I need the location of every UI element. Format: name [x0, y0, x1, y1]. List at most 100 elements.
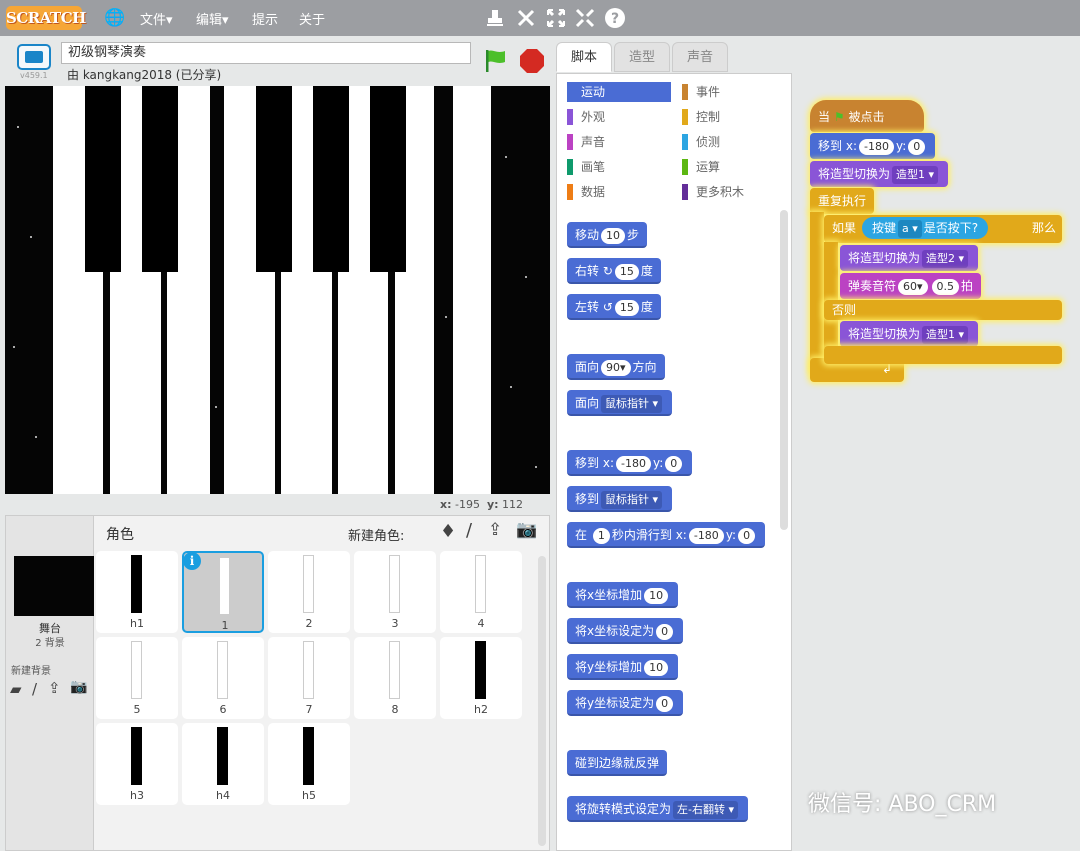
turn-right-icon: ↻	[602, 264, 613, 278]
block-if-else[interactable]: 如果 按键 a ▾ 是否按下? 那么	[824, 215, 1062, 243]
stage-backdrop-count: 2 背景	[35, 638, 65, 649]
tab-costumes[interactable]: 造型	[614, 42, 670, 72]
category-sensing[interactable]: 侦测	[682, 132, 720, 152]
sprite-name: 7	[305, 703, 313, 716]
category-control[interactable]: 控制	[682, 107, 720, 127]
stage-coords: x: -195 y: 112	[440, 498, 524, 511]
sprite-name: 4	[477, 617, 485, 630]
black-key	[85, 86, 121, 272]
block-turn-right[interactable]: 右转 ↻ 15 度	[567, 258, 661, 284]
sprite-tile[interactable]: 4	[440, 551, 522, 633]
backdrop-library-icon[interactable]: ▰	[10, 680, 22, 698]
sprite-tile[interactable]: 2	[268, 551, 350, 633]
backdrop-camera-icon[interactable]: 📷	[70, 679, 87, 695]
category-motion[interactable]: 运动	[567, 82, 671, 102]
watermark-text: 微信号: ABO_CRM	[808, 792, 997, 817]
sprite-thumbnail	[219, 557, 230, 615]
sprite-tile[interactable]: 6	[182, 637, 264, 719]
scratch-logo[interactable]: SCRATCH	[6, 6, 86, 30]
block-bounce[interactable]: 碰到边缘就反弹	[567, 750, 668, 776]
block-set-y[interactable]: 将y坐标设定为 0	[567, 690, 684, 716]
backdrop-upload-icon[interactable]: ⇪	[48, 679, 61, 697]
stage-thumbnail[interactable]	[14, 556, 94, 616]
block-when-flag-clicked[interactable]: 当 ⚑ 被点击	[810, 100, 924, 132]
category-more-blocks[interactable]: 更多积木	[682, 182, 744, 202]
forever-body	[810, 212, 824, 372]
block-set-x[interactable]: 将x坐标设定为 0	[567, 618, 684, 644]
menu-tips[interactable]: 提示	[252, 9, 278, 28]
duplicate-stamp-icon[interactable]	[486, 9, 504, 27]
menu-about[interactable]: 关于	[299, 9, 325, 28]
block-change-y[interactable]: 将y坐标增加 10	[567, 654, 679, 680]
block-switch-costume[interactable]: 将造型切换为 造型1 ▾	[810, 161, 949, 187]
category-pen[interactable]: 画笔	[567, 157, 605, 177]
block-forever[interactable]: 重复执行	[810, 188, 874, 214]
sprite-name: 2	[305, 617, 313, 630]
green-flag-icon[interactable]	[483, 48, 509, 74]
category-data[interactable]: 数据	[567, 182, 605, 202]
sprite-tile[interactable]: h5	[268, 723, 350, 805]
black-key	[142, 86, 178, 272]
project-title-input[interactable]: 初级钢琴演奏	[61, 42, 471, 64]
sprite-thumbnail	[217, 727, 228, 785]
stage-canvas[interactable]	[5, 86, 550, 494]
delete-scissors-icon[interactable]	[516, 8, 536, 28]
menu-file[interactable]: 文件▾	[140, 9, 173, 28]
info-icon[interactable]: i	[183, 552, 201, 570]
backdrop-paint-icon[interactable]: /	[32, 680, 37, 698]
block-switch-costume[interactable]: 将造型切换为 造型2 ▾	[840, 245, 979, 271]
sprite-tile[interactable]: 3	[354, 551, 436, 633]
script-area[interactable]: 当 ⚑ 被点击 移到 x: -180 y: 0 将造型切换为 造型1 ▾ 重复执行 ↲ …	[796, 76, 1080, 851]
palette-scrollbar[interactable]	[780, 210, 788, 530]
block-palette: 运动 外观 声音 画笔 数据 事件 控制 侦测 运算 更多积木 移动 10 步 右转…	[556, 73, 792, 851]
tab-sounds[interactable]: 声音	[672, 42, 728, 72]
fullscreen-icon[interactable]	[17, 44, 51, 70]
block-glide[interactable]: 在 1 秒内滑行到 x: -180 y: 0	[567, 522, 766, 548]
block-goto-xy[interactable]: 移到 x: -180 y: 0	[810, 133, 936, 159]
block-rotation-style[interactable]: 将旋转模式设定为 左-右翻转 ▾	[567, 796, 749, 822]
sprite-tile[interactable]: 7	[268, 637, 350, 719]
sprite-tile[interactable]: h4	[182, 723, 264, 805]
shrink-icon[interactable]	[575, 8, 595, 28]
paint-brush-icon[interactable]: /	[466, 520, 472, 541]
block-goto-target[interactable]: 移到 鼠标指针 ▾	[567, 486, 673, 512]
category-looks[interactable]: 外观	[567, 107, 605, 127]
block-switch-costume[interactable]: 将造型切换为 造型1 ▾	[840, 321, 979, 347]
category-events[interactable]: 事件	[682, 82, 720, 102]
stage-header: v459.1 初级钢琴演奏 由 kangkang2018 (已分享)	[5, 38, 550, 85]
menu-edit[interactable]: 编辑▾	[196, 9, 229, 28]
sprite-scrollbar[interactable]	[538, 556, 546, 846]
sprite-tile[interactable]: h3	[96, 723, 178, 805]
sprite-tile[interactable]: 1i	[182, 551, 264, 633]
upload-icon[interactable]: ⇪	[488, 520, 502, 540]
block-key-pressed[interactable]: 按键 a ▾ 是否按下?	[862, 217, 989, 239]
tab-scripts[interactable]: 脚本	[556, 42, 612, 72]
sprite-library-icon[interactable]: ♦	[440, 521, 456, 542]
sprite-thumbnail	[475, 641, 486, 699]
category-sound[interactable]: 声音	[567, 132, 605, 152]
sprite-name: 8	[391, 703, 399, 716]
svg-text:?: ?	[611, 11, 619, 27]
sprite-tile[interactable]: h1	[96, 551, 178, 633]
category-operators[interactable]: 运算	[682, 157, 720, 177]
globe-icon[interactable]: 🌐	[104, 8, 125, 28]
black-key	[370, 86, 406, 272]
block-goto-xy[interactable]: 移到 x: -180 y: 0	[567, 450, 693, 476]
block-move[interactable]: 移动 10 步	[567, 222, 648, 248]
block-point-towards[interactable]: 面向 鼠标指针 ▾	[567, 390, 673, 416]
sprite-tile[interactable]: h2	[440, 637, 522, 719]
block-change-x[interactable]: 将x坐标增加 10	[567, 582, 679, 608]
stop-sign-icon[interactable]	[519, 48, 545, 74]
sprite-name: h4	[216, 789, 230, 802]
sprite-tile[interactable]: 5	[96, 637, 178, 719]
block-point-direction[interactable]: 面向 90▾ 方向	[567, 354, 665, 380]
block-play-note[interactable]: 弹奏音符 60▾ 0.5 拍	[840, 273, 982, 299]
sprite-tile[interactable]: 8	[354, 637, 436, 719]
black-key	[256, 86, 292, 272]
help-icon[interactable]: ?	[604, 7, 626, 29]
camera-icon[interactable]: 📷	[516, 520, 537, 540]
block-turn-left[interactable]: 左转 ↺ 15 度	[567, 294, 661, 320]
grow-icon[interactable]	[546, 8, 566, 28]
sprite-thumbnail	[389, 555, 400, 613]
white-key	[453, 86, 491, 494]
